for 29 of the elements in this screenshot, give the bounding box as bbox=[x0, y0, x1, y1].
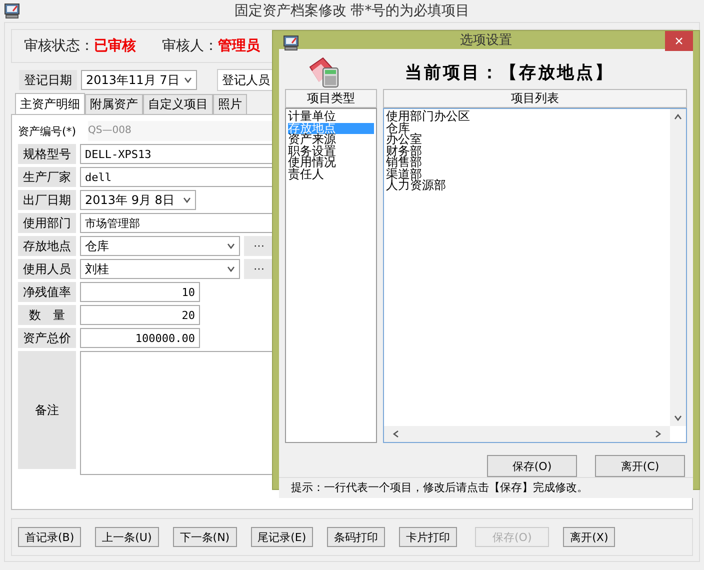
field-label: 使用部门 bbox=[18, 213, 76, 233]
auditor-value: 管理员 bbox=[218, 37, 260, 55]
current-item-heading: 当前项目：【存放地点】 bbox=[405, 62, 614, 84]
registrant-label: 登记人员 bbox=[217, 69, 275, 91]
auditor-label: 审核人： bbox=[162, 37, 218, 55]
item-line: 人力资源部 bbox=[386, 180, 446, 192]
date-label: 登记日期 bbox=[19, 70, 77, 90]
item-line: 渠道部 bbox=[386, 168, 422, 180]
column-header: 项目类型 bbox=[285, 89, 377, 108]
field-label: 存放地点 bbox=[18, 236, 76, 256]
window-title: 固定资产档案修改 带*号的为必填项目 bbox=[234, 2, 470, 20]
hint-text: 提示：一行代表一个项目，修改后请点击【保存】完成修改。 bbox=[279, 477, 693, 498]
field-label: 出厂日期 bbox=[18, 190, 76, 210]
item-line: 财务部 bbox=[386, 146, 422, 157]
field-label: 生产厂家 bbox=[18, 167, 76, 187]
column-header: 项目列表 bbox=[383, 89, 687, 108]
audit-status-label: 审核状态： bbox=[24, 37, 94, 55]
audit-status-value: 已审核 bbox=[94, 37, 136, 55]
dialog-title: 选项设置 bbox=[460, 32, 512, 49]
field-label: 净残值率 bbox=[18, 282, 76, 302]
item-line: 销售部 bbox=[386, 157, 422, 168]
field-label: 数 量 bbox=[18, 305, 76, 325]
field-label: 使用人员 bbox=[18, 259, 76, 279]
field-label: 备注 bbox=[18, 351, 76, 469]
field-label: 资产编号(*) bbox=[18, 124, 78, 138]
field-label: 资产总价 bbox=[18, 328, 76, 348]
item-line: 仓库 bbox=[386, 122, 410, 134]
item-line: 使用部门办公区 bbox=[386, 111, 470, 122]
field-label: 规格型号 bbox=[18, 144, 76, 164]
